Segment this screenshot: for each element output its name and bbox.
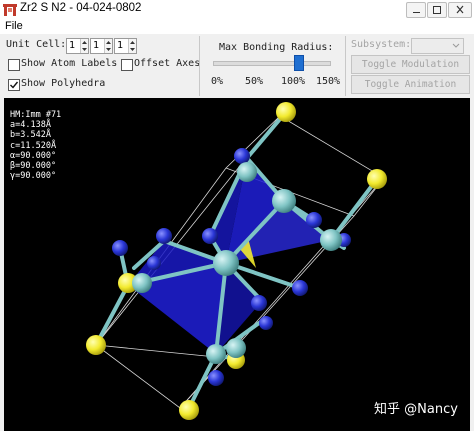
unit-cell-a-spinner[interactable]: 1	[66, 38, 89, 54]
show-atom-labels-label[interactable]: Show Atom Labels	[21, 58, 117, 69]
show-polyhedra-label[interactable]: Show Polyhedra	[21, 78, 105, 89]
minimize-button[interactable]	[406, 2, 426, 18]
minimize-icon	[413, 12, 420, 13]
lattice-beta: β=90.000°	[10, 161, 57, 172]
show-atom-labels-checkbox[interactable]	[8, 59, 20, 71]
divider	[199, 36, 200, 96]
lattice-b: b=3.542Å	[10, 130, 51, 141]
bonding-tick-0: 0%	[211, 76, 224, 87]
lattice-alpha: α=90.000°	[10, 150, 57, 161]
unit-cell-label: Unit Cell:	[6, 39, 67, 50]
maximize-icon	[433, 6, 441, 14]
offset-axes-label[interactable]: Offset Axes	[134, 58, 200, 69]
checkmark-icon	[10, 81, 19, 89]
unit-cell-b-spinner[interactable]: 1	[90, 38, 113, 54]
slider-track	[213, 61, 331, 66]
spinner-arrows-icon[interactable]	[104, 39, 112, 53]
toggle-modulation-button[interactable]: Toggle Modulation	[351, 55, 470, 74]
bonding-radius-label: Max Bonding Radius:	[219, 42, 334, 53]
divider	[345, 36, 346, 96]
toggle-animation-button[interactable]: Toggle Animation	[351, 75, 470, 94]
title-bar[interactable]: Zr2 S N2 - 04-024-0802	[0, 0, 474, 20]
hm-symbol: HM:Imm #71	[10, 110, 62, 120]
lattice-c: c=11.520Å	[10, 140, 57, 151]
structure-viewer[interactable]: HM:Imm #71 a=4.138Å b=3.542Å c=11.520Å α…	[4, 98, 470, 431]
watermark: 知乎 @Nancy	[374, 402, 458, 417]
lattice-gamma: γ=90.000°	[10, 171, 57, 182]
app-window: Zr2 S N2 - 04-024-0802 File Unit Cell: 1…	[0, 0, 474, 431]
maximize-button[interactable]	[427, 2, 447, 18]
crystal-structure-render[interactable]	[4, 98, 470, 431]
spinner-arrows-icon[interactable]	[80, 39, 88, 53]
bonding-radius-slider[interactable]	[213, 54, 331, 72]
bonding-tick-50: 50%	[245, 76, 264, 87]
app-icon	[3, 4, 17, 16]
show-polyhedra-checkbox[interactable]	[8, 79, 20, 91]
menu-bar: File	[0, 20, 474, 34]
close-icon	[456, 5, 464, 14]
chevron-down-icon	[452, 43, 460, 48]
close-button[interactable]	[448, 2, 472, 18]
subsystem-dropdown[interactable]	[411, 38, 464, 54]
menu-file[interactable]: File	[5, 20, 23, 32]
bonding-tick-100: 100%	[281, 76, 306, 87]
subsystem-label: Subsystem:	[351, 39, 412, 50]
structure-info-overlay: HM:Imm #71 a=4.138Å b=3.542Å c=11.520Å α…	[10, 110, 61, 181]
window-title: Zr2 S N2 - 04-024-0802	[20, 2, 142, 14]
unit-cell-c-spinner[interactable]: 1	[114, 38, 137, 54]
lattice-a: a=4.138Å	[10, 120, 51, 131]
spinner-arrows-icon[interactable]	[128, 39, 136, 53]
offset-axes-checkbox[interactable]	[121, 59, 133, 71]
bonding-tick-150: 150%	[316, 76, 341, 87]
control-panel: Unit Cell: 1 1 1 Show Atom Labels Offset…	[0, 34, 474, 98]
slider-thumb[interactable]	[294, 55, 304, 71]
